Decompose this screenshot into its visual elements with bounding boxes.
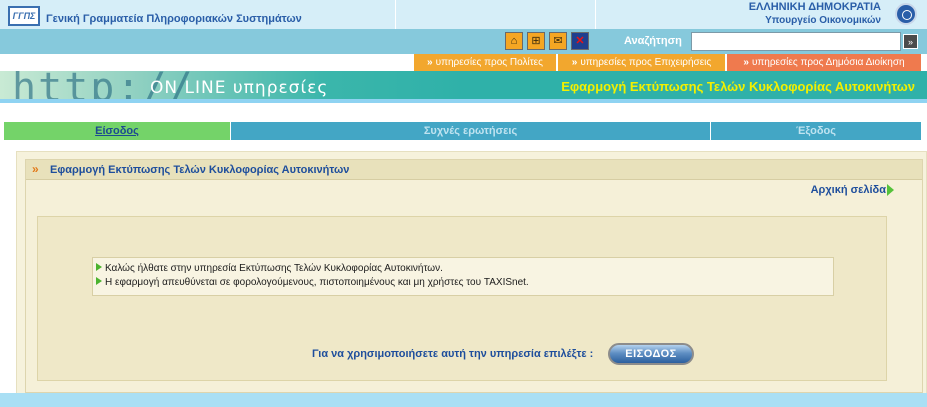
republic-name: ΕΛΛΗΝΙΚΗ ΔΗΜΟΚΡΑΤΙΑ bbox=[748, 1, 881, 13]
search-go-button[interactable]: » bbox=[903, 34, 918, 49]
hellenic-republic-emblem-icon bbox=[895, 3, 917, 25]
nav-logout[interactable]: Έξοδος bbox=[711, 122, 921, 140]
government-title: ΕΛΛΗΝΙΚΗ ΔΗΜΟΚΡΑΤΙΑ Υπουργείο Οικονομικώ… bbox=[749, 1, 881, 27]
welcome-message-text: Καλώς ήλθατε στην υπηρεσία Εκτύπωσης Τελ… bbox=[105, 263, 443, 274]
nav-faq[interactable]: Συχνές ερωτήσεις bbox=[231, 122, 710, 140]
arrow-right-icon[interactable] bbox=[887, 184, 894, 196]
banner-online-text: ON LINE υπηρεσίες bbox=[150, 78, 329, 98]
search-input[interactable] bbox=[691, 32, 901, 51]
home-page-link[interactable]: Αρχική σελίδα bbox=[811, 184, 886, 196]
enter-button[interactable]: ΕΙΣΟΔΟΣ bbox=[608, 343, 694, 365]
tab-businesses[interactable]: » υπηρεσίες προς Επιχειρήσεις bbox=[558, 54, 725, 71]
home-icon[interactable]: ⌂ bbox=[505, 32, 523, 50]
audience-message: Η εφαρμογή απευθύνεται σε φορολογούμενου… bbox=[96, 277, 529, 288]
chevron-right-icon: » bbox=[427, 57, 433, 68]
bullet-arrow-icon bbox=[96, 277, 102, 285]
nav-login[interactable]: Είσοδος bbox=[4, 122, 230, 140]
chevron-right-icon: » bbox=[743, 57, 749, 68]
toolbar: ⌂ ⊞ ✉ ✕ Αναζήτηση » bbox=[0, 29, 927, 54]
bullet-arrow-icon bbox=[96, 263, 102, 271]
panel-title: Εφαρμογή Εκτύπωσης Τελών Κυκλοφορίας Αυτ… bbox=[50, 164, 350, 176]
footer-bar bbox=[0, 393, 927, 407]
english-flag-icon[interactable]: ✕ bbox=[571, 32, 589, 50]
banner: http:// ON LINE υπηρεσίες Εφαρμογή Εκτύπ… bbox=[0, 71, 927, 103]
use-service-prompt: Για να χρησιμοποιήσετε αυτή την υπηρεσία… bbox=[312, 348, 594, 360]
org-name[interactable]: Γενική Γραμματεία Πληροφοριακών Συστημάτ… bbox=[46, 13, 302, 25]
spacer bbox=[0, 103, 927, 122]
top-header: ΓΓΠΣ Γενική Γραμματεία Πληροφοριακών Συσ… bbox=[0, 0, 927, 29]
double-chevron-icon: » bbox=[32, 162, 39, 176]
contact-icon[interactable]: ✉ bbox=[549, 32, 567, 50]
chevron-right-icon: » bbox=[571, 57, 578, 68]
tab-public-administration-label: υπηρεσίες προς Δημόσια Διοίκηση bbox=[751, 57, 905, 68]
gsis-logo[interactable]: ΓΓΠΣ bbox=[8, 6, 40, 26]
audience-message-text: Η εφαρμογή απευθύνεται σε φορολογούμενου… bbox=[105, 277, 529, 288]
sitemap-icon[interactable]: ⊞ bbox=[527, 32, 545, 50]
header-divider bbox=[595, 0, 596, 29]
ministry-name: Υπουργείο Οικονομικών bbox=[765, 15, 881, 26]
tab-citizens[interactable]: » υπηρεσίες προς Πολίτες bbox=[414, 54, 556, 71]
tab-public-administration[interactable]: » υπηρεσίες προς Δημόσια Διοίκηση bbox=[727, 54, 921, 71]
tab-businesses-label: υπηρεσίες προς Επιχειρήσεις bbox=[580, 57, 712, 68]
banner-app-title: Εφαρμογή Εκτύπωσης Τελών Κυκλοφορίας Αυτ… bbox=[561, 79, 915, 94]
tab-citizens-label: υπηρεσίες προς Πολίτες bbox=[435, 57, 543, 68]
welcome-message: Καλώς ήλθατε στην υπηρεσία Εκτύπωσης Τελ… bbox=[96, 263, 443, 274]
search-label: Αναζήτηση bbox=[624, 35, 682, 47]
panel-header: » Εφαρμογή Εκτύπωσης Τελών Κυκλοφορίας Α… bbox=[26, 160, 922, 180]
header-divider bbox=[395, 0, 396, 29]
